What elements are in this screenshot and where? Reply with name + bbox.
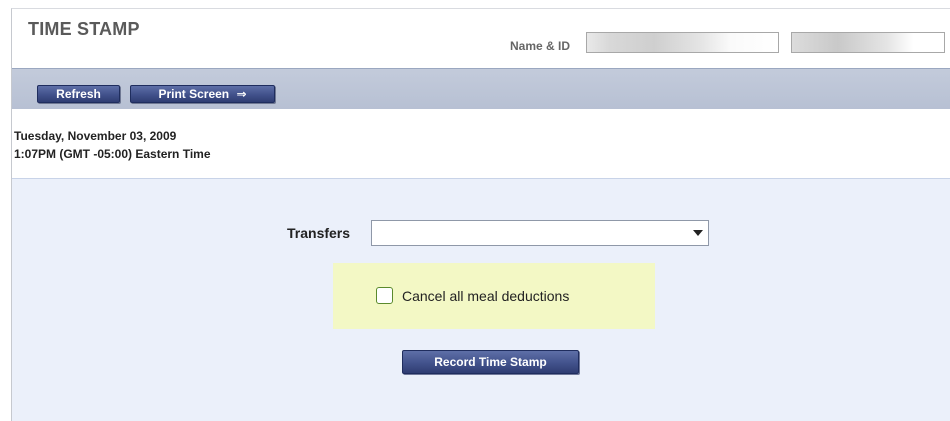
time-stamp-form: Transfers Cancel all meal deductions Rec… — [12, 179, 950, 421]
chevron-down-icon[interactable] — [693, 230, 703, 236]
employee-id-field — [791, 32, 945, 53]
refresh-button[interactable]: Refresh — [37, 85, 120, 103]
transfers-dropdown[interactable] — [371, 220, 709, 246]
cancel-meal-deductions-checkbox[interactable] — [376, 287, 393, 304]
date-time-bar: Tuesday, November 03, 2009 1:07PM (GMT -… — [12, 109, 950, 179]
record-time-stamp-button[interactable]: Record Time Stamp — [402, 350, 579, 374]
refresh-button-label: Refresh — [56, 87, 101, 101]
toolbar: Refresh Print Screen ⇒ — [12, 68, 950, 109]
print-screen-button-label: Print Screen — [158, 87, 230, 101]
print-screen-button[interactable]: Print Screen ⇒ — [130, 85, 275, 103]
main-frame: TIME STAMP Name & ID Refresh Print Scree… — [11, 8, 950, 421]
page-title: TIME STAMP — [28, 19, 140, 39]
name-id-label: Name & ID — [510, 39, 571, 53]
cancel-meal-deductions-label: Cancel all meal deductions — [402, 288, 570, 304]
header: TIME STAMP Name & ID — [12, 9, 950, 67]
transfers-label: Transfers — [287, 225, 351, 241]
arrow-right-icon: ⇒ — [236, 87, 247, 101]
current-time: 1:07PM (GMT -05:00) Eastern Time — [14, 147, 211, 161]
current-date: Tuesday, November 03, 2009 — [14, 129, 177, 143]
record-time-stamp-label: Record Time Stamp — [434, 355, 547, 369]
meal-deduction-panel: Cancel all meal deductions — [333, 263, 655, 329]
employee-name-field — [586, 32, 779, 53]
time-stamp-page: TIME STAMP Name & ID Refresh Print Scree… — [0, 0, 950, 421]
